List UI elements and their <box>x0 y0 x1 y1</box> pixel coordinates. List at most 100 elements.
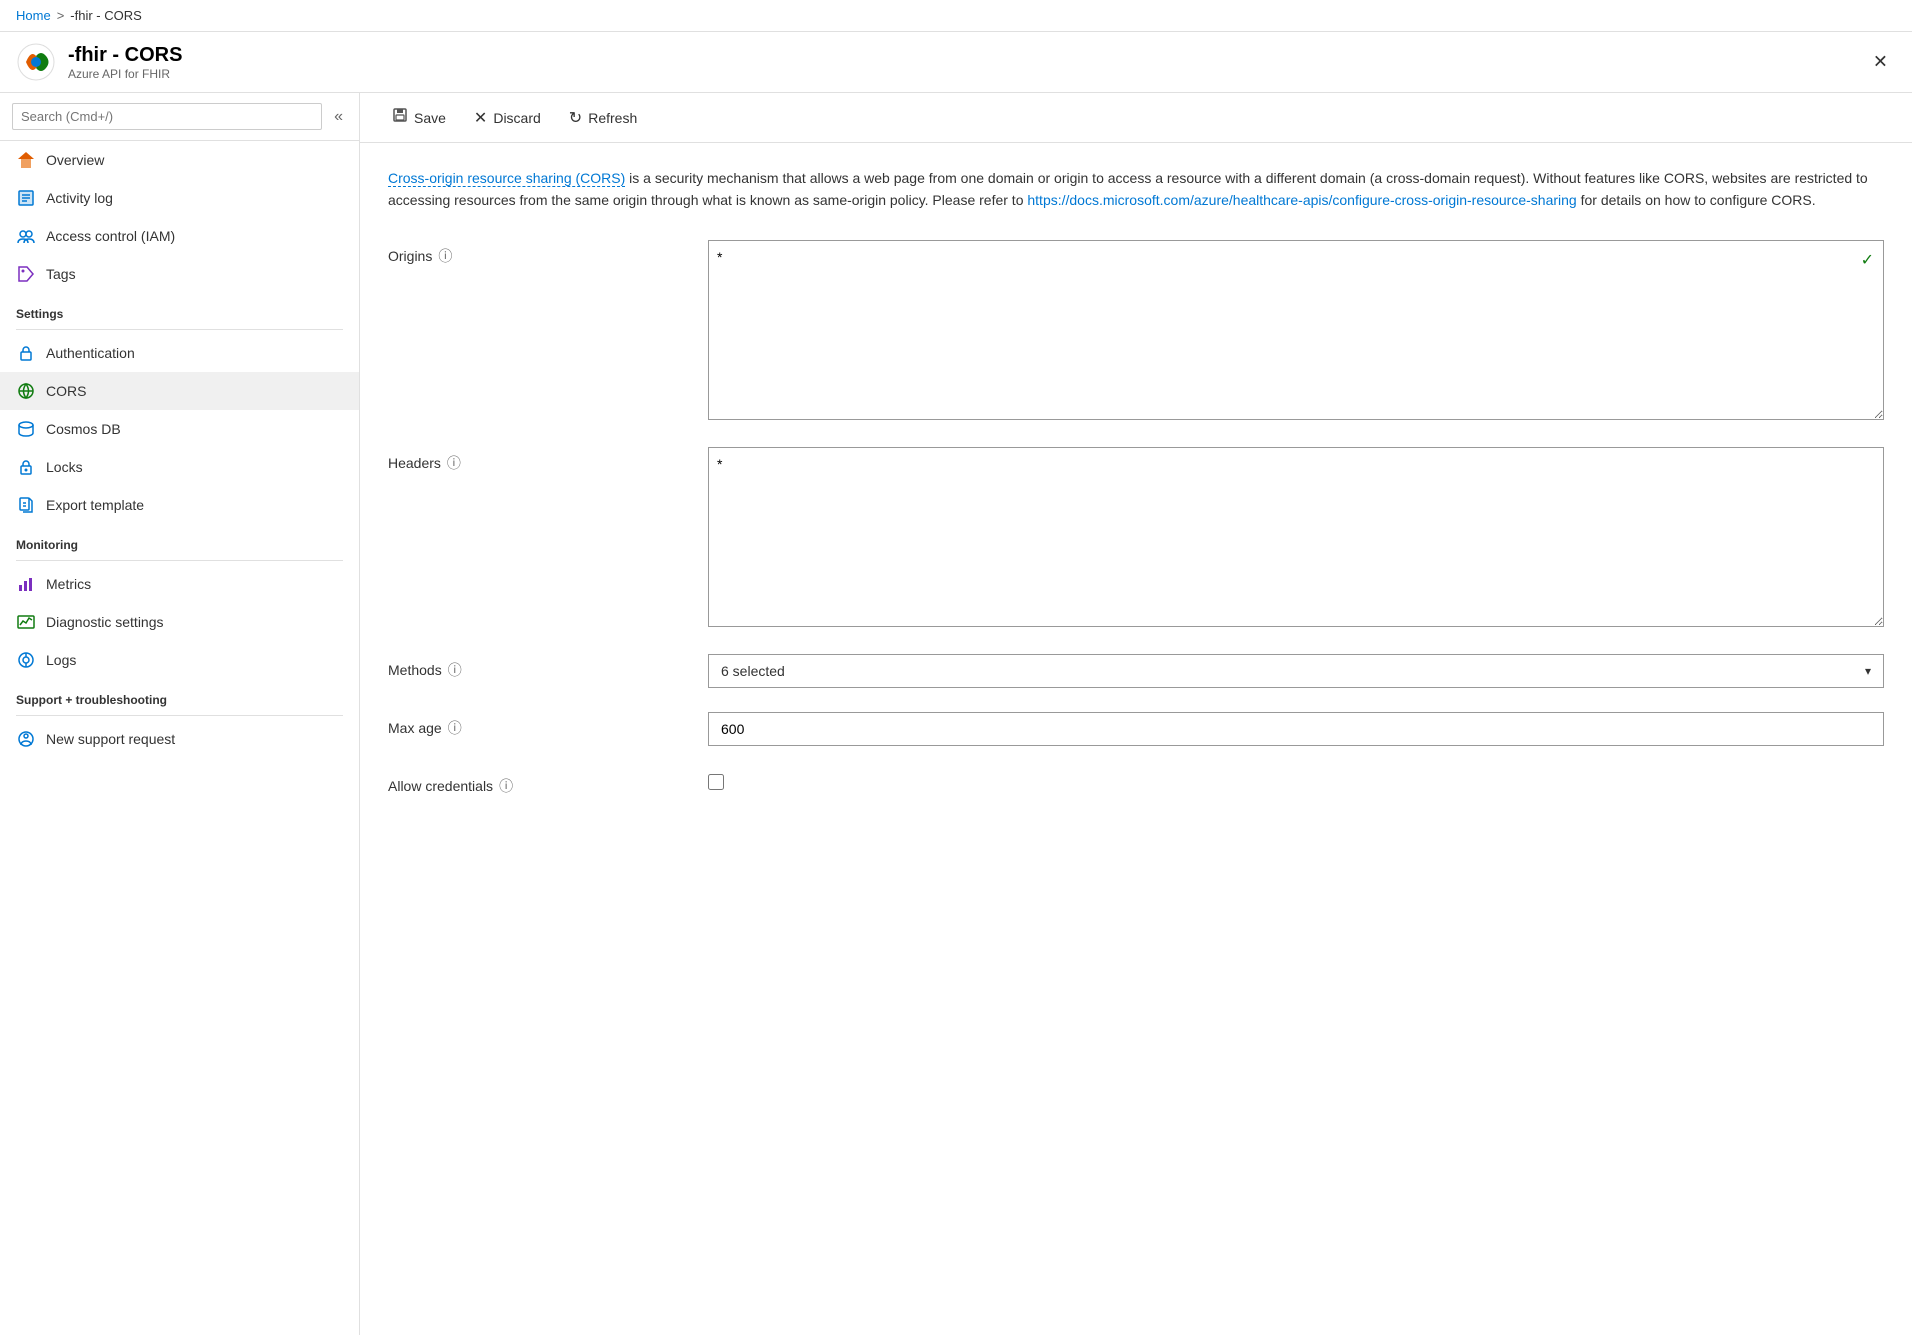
methods-control: 6 selected ▾ <box>708 654 1884 688</box>
save-icon <box>392 107 408 128</box>
sidebar-item-label: CORS <box>46 383 86 399</box>
sidebar-item-locks[interactable]: Locks <box>0 448 359 486</box>
methods-info-icon[interactable]: ⓘ <box>448 660 462 680</box>
methods-dropdown-arrow: ▾ <box>1865 664 1871 678</box>
discard-label: Discard <box>493 110 540 126</box>
max-age-info-icon[interactable]: ⓘ <box>448 718 462 738</box>
sidebar-item-label: Authentication <box>46 345 135 361</box>
sidebar-item-label: Diagnostic settings <box>46 614 164 630</box>
activity-log-icon <box>16 188 36 208</box>
sidebar-item-label: Logs <box>46 652 76 668</box>
max-age-input[interactable] <box>708 712 1884 746</box>
sidebar-item-label: Metrics <box>46 576 91 592</box>
sidebar-item-overview[interactable]: Overview <box>0 141 359 179</box>
origins-info-icon[interactable]: ⓘ <box>438 246 452 266</box>
metrics-icon <box>16 574 36 594</box>
breadcrumb-current: -fhir - CORS <box>70 8 142 23</box>
overview-icon <box>16 150 36 170</box>
sidebar-item-diagnostic-settings[interactable]: Diagnostic settings <box>0 603 359 641</box>
max-age-control <box>708 712 1884 746</box>
sidebar-item-logs[interactable]: Logs <box>0 641 359 679</box>
page-subtitle: Azure API for FHIR <box>68 67 182 81</box>
settings-divider <box>16 329 343 330</box>
allow-credentials-checkbox[interactable] <box>708 774 724 790</box>
allow-credentials-info-icon[interactable]: ⓘ <box>499 776 513 796</box>
sidebar-item-activity-log[interactable]: Activity log <box>0 179 359 217</box>
toolbar: Save ✕ Discard ↻ Refresh <box>360 93 1912 143</box>
support-section-label: Support + troubleshooting <box>0 679 359 711</box>
breadcrumb-separator: > <box>57 8 65 23</box>
methods-row: Methods ⓘ 6 selected ▾ <box>388 654 1884 688</box>
content-area: Save ✕ Discard ↻ Refresh Cross-origin re… <box>360 93 1912 1335</box>
refresh-button[interactable]: ↻ Refresh <box>557 102 649 134</box>
access-control-icon <box>16 226 36 246</box>
breadcrumb-home[interactable]: Home <box>16 8 51 23</box>
methods-label-text: Methods <box>388 662 442 678</box>
origins-control: ✓ <box>708 240 1884 423</box>
sidebar-item-new-support[interactable]: New support request <box>0 720 359 758</box>
page-header: -fhir - CORS Azure API for FHIR ✕ <box>0 32 1912 93</box>
sidebar-item-access-control[interactable]: Access control (IAM) <box>0 217 359 255</box>
max-age-row: Max age ⓘ <box>388 712 1884 746</box>
cors-content: Cross-origin resource sharing (CORS) is … <box>360 143 1912 844</box>
settings-section-label: Settings <box>0 293 359 325</box>
allow-credentials-row: Allow credentials ⓘ <box>388 770 1884 796</box>
refresh-icon: ↻ <box>569 108 582 128</box>
allow-credentials-control <box>708 770 1884 793</box>
headers-label-text: Headers <box>388 455 441 471</box>
sidebar-item-label: Export template <box>46 497 144 513</box>
monitoring-section-label: Monitoring <box>0 524 359 556</box>
support-divider <box>16 715 343 716</box>
headers-textarea[interactable] <box>708 447 1884 627</box>
refresh-label: Refresh <box>588 110 637 126</box>
discard-button[interactable]: ✕ Discard <box>462 102 553 134</box>
origins-textarea[interactable] <box>708 240 1884 420</box>
sidebar-item-label: Activity log <box>46 190 113 206</box>
max-age-label-text: Max age <box>388 720 442 736</box>
header-text: -fhir - CORS Azure API for FHIR <box>68 44 182 81</box>
headers-info-icon[interactable]: ⓘ <box>447 453 461 473</box>
breadcrumb: Home > -fhir - CORS <box>0 0 1912 32</box>
discard-icon: ✕ <box>474 108 487 128</box>
origins-checkmark: ✓ <box>1861 250 1874 270</box>
origins-label: Origins ⓘ <box>388 240 708 266</box>
tags-icon <box>16 264 36 284</box>
headers-row: Headers ⓘ <box>388 447 1884 630</box>
new-support-icon <box>16 729 36 749</box>
origins-label-text: Origins <box>388 248 432 264</box>
sidebar-item-label: Access control (IAM) <box>46 228 175 244</box>
methods-value: 6 selected <box>721 663 785 679</box>
max-age-label: Max age ⓘ <box>388 712 708 738</box>
save-button[interactable]: Save <box>380 101 458 134</box>
diagnostic-settings-icon <box>16 612 36 632</box>
sidebar-search-area: « <box>0 93 359 141</box>
sidebar-item-export-template[interactable]: Export template <box>0 486 359 524</box>
sidebar-item-cosmos-db[interactable]: Cosmos DB <box>0 410 359 448</box>
cors-icon <box>16 381 36 401</box>
logs-icon <box>16 650 36 670</box>
sidebar-item-label: New support request <box>46 731 175 747</box>
cors-description: Cross-origin resource sharing (CORS) is … <box>388 167 1884 212</box>
cors-link[interactable]: Cross-origin resource sharing (CORS) <box>388 170 625 187</box>
sidebar-collapse-button[interactable]: « <box>330 106 347 128</box>
fhir-icon <box>16 42 56 82</box>
authentication-icon <box>16 343 36 363</box>
headers-control <box>708 447 1884 630</box>
sidebar-item-label: Tags <box>46 266 76 282</box>
search-input[interactable] <box>12 103 322 130</box>
allow-credentials-label: Allow credentials ⓘ <box>388 770 708 796</box>
methods-label: Methods ⓘ <box>388 654 708 680</box>
close-button[interactable]: ✕ <box>1865 48 1896 77</box>
monitoring-divider <box>16 560 343 561</box>
methods-dropdown[interactable]: 6 selected ▾ <box>708 654 1884 688</box>
headers-label: Headers ⓘ <box>388 447 708 473</box>
origins-row: Origins ⓘ ✓ <box>388 240 1884 423</box>
sidebar-item-label: Cosmos DB <box>46 421 121 437</box>
cors-docs-link[interactable]: https://docs.microsoft.com/azure/healthc… <box>1027 192 1576 208</box>
sidebar-item-cors[interactable]: CORS <box>0 372 359 410</box>
sidebar-item-tags[interactable]: Tags <box>0 255 359 293</box>
sidebar-item-authentication[interactable]: Authentication <box>0 334 359 372</box>
sidebar-item-label: Locks <box>46 459 83 475</box>
sidebar-item-metrics[interactable]: Metrics <box>0 565 359 603</box>
locks-icon <box>16 457 36 477</box>
